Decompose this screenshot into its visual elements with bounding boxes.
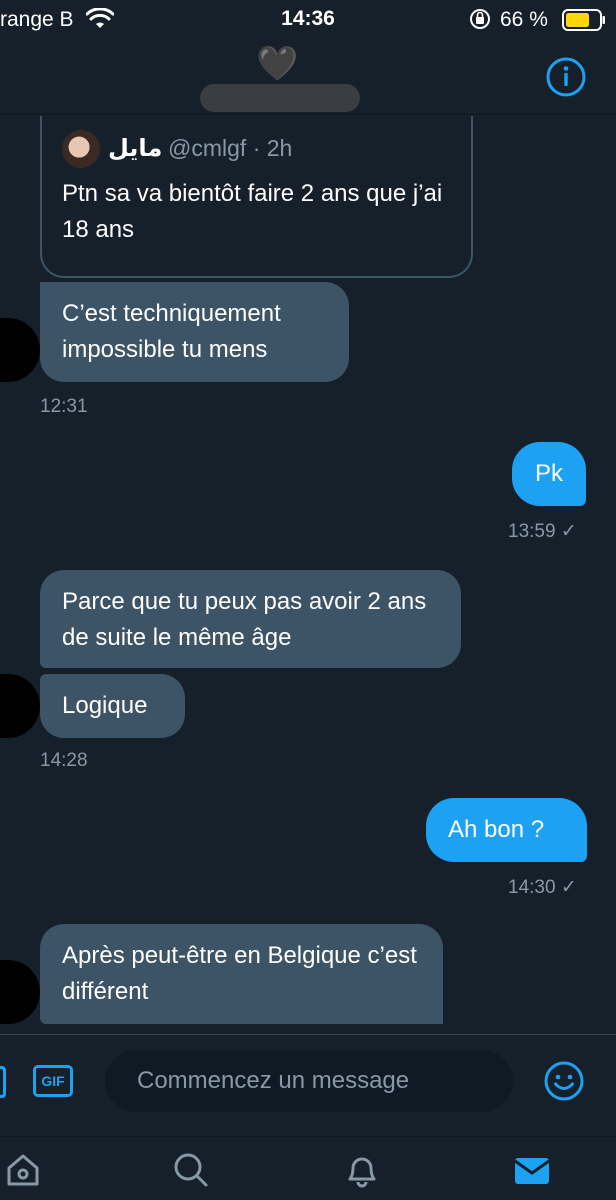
header-divider bbox=[0, 114, 616, 115]
message-bubble-incoming[interactable]: Logique bbox=[40, 674, 185, 738]
bell-icon[interactable] bbox=[342, 1150, 382, 1190]
home-icon[interactable] bbox=[3, 1150, 43, 1190]
quoted-tweet-handle-time: @cmlgf · 2h bbox=[168, 135, 293, 161]
message-bubble-outgoing[interactable]: Ah bon ? bbox=[426, 798, 587, 862]
photo-icon[interactable] bbox=[0, 1066, 6, 1098]
info-icon[interactable] bbox=[545, 56, 587, 98]
sender-avatar[interactable] bbox=[0, 960, 40, 1024]
message-timestamp: 12:31 bbox=[40, 396, 88, 417]
search-icon[interactable] bbox=[170, 1150, 210, 1190]
battery-percent: 66 % bbox=[500, 8, 548, 31]
quoted-tweet-avatar bbox=[62, 130, 100, 168]
message-bubble-incoming[interactable]: Après peut-être en Belgique c’est différ… bbox=[40, 924, 443, 1024]
tab-bar-divider bbox=[0, 1136, 616, 1137]
quoted-tweet-name: مايل bbox=[108, 135, 163, 162]
sender-avatar[interactable] bbox=[0, 318, 40, 382]
sender-avatar[interactable] bbox=[0, 674, 40, 738]
composer-divider bbox=[0, 1034, 616, 1035]
message-bubble-incoming[interactable]: C’est techniquement impossible tu mens bbox=[40, 282, 349, 382]
redacted-conversation-name bbox=[200, 84, 360, 112]
gif-button[interactable]: GIF bbox=[33, 1065, 73, 1097]
battery-icon bbox=[562, 9, 605, 31]
orientation-lock-icon bbox=[470, 9, 490, 29]
message-timestamp-read: 13:59 ✓ bbox=[508, 521, 577, 542]
message-input[interactable] bbox=[105, 1050, 513, 1112]
message-bubble-outgoing[interactable]: Pk bbox=[512, 442, 586, 506]
message-timestamp: 14:28 bbox=[40, 750, 88, 771]
message-bubble-incoming[interactable]: Parce que tu peux pas avoir 2 ans de sui… bbox=[40, 570, 461, 668]
message-timestamp-read: 14:30 ✓ bbox=[508, 877, 577, 898]
quoted-tweet-text: Ptn sa va bientôt faire 2 ans que j’ai 1… bbox=[62, 180, 443, 243]
mail-icon[interactable] bbox=[512, 1150, 552, 1190]
conversation-emoji: 🖤 bbox=[256, 45, 299, 83]
status-bar: range B 14:36 66 % bbox=[0, 0, 616, 40]
emoji-icon[interactable] bbox=[543, 1060, 585, 1102]
